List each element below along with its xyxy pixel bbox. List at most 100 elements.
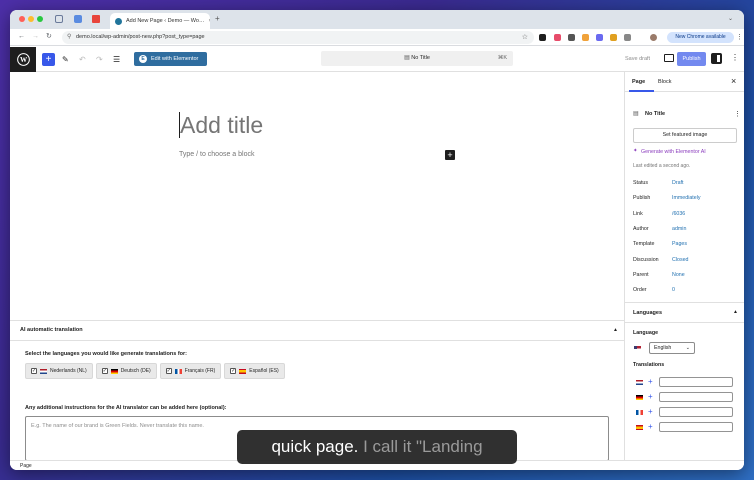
- discussion-value[interactable]: Closed: [672, 257, 689, 263]
- tab-list-chevron-icon[interactable]: ⌄: [728, 15, 733, 22]
- checkbox-es[interactable]: ✓ Español (ES): [224, 363, 285, 379]
- close-tab-icon[interactable]: ×: [208, 18, 210, 24]
- spain-flag-icon: [239, 368, 247, 374]
- close-window-button[interactable]: [19, 16, 25, 22]
- tab-block[interactable]: Block: [658, 79, 671, 85]
- wordpress-logo[interactable]: W: [10, 47, 36, 72]
- translation-input-de[interactable]: [659, 392, 733, 402]
- us-flag-icon: [634, 346, 641, 351]
- publish-label: Publish: [633, 195, 651, 201]
- title-input[interactable]: Add title: [180, 112, 263, 139]
- collapse-chevron-icon[interactable]: ▲: [613, 327, 618, 333]
- language-select-value: English: [654, 345, 672, 351]
- url-field[interactable]: ⚲ demo.local/wp-admin/post-new.php?post_…: [62, 31, 534, 44]
- close-sidebar-icon[interactable]: ×: [731, 76, 736, 86]
- bookmark-star-icon[interactable]: ☆: [522, 31, 528, 44]
- instructions-placeholder: E.g. The name of our brand is Green Fiel…: [31, 423, 204, 429]
- checkbox-box[interactable]: ✓: [165, 368, 172, 374]
- checkbox-fr[interactable]: ✓ Français (FR): [159, 363, 222, 379]
- checkbox-box[interactable]: ✓: [31, 368, 37, 374]
- svg-text:W: W: [19, 56, 27, 64]
- elementor-icon: E: [139, 55, 147, 63]
- new-tab-button[interactable]: +: [215, 14, 220, 23]
- add-translation-fr-icon[interactable]: +: [648, 407, 653, 416]
- block-placeholder[interactable]: Type / to choose a block: [179, 151, 255, 158]
- parent-label: Parent: [633, 272, 649, 278]
- add-block-button[interactable]: +: [445, 150, 455, 160]
- tab-search-icon[interactable]: [55, 15, 63, 23]
- extension-fox-icon[interactable]: [582, 34, 589, 41]
- page-icon: ▤: [633, 111, 639, 117]
- breadcrumb[interactable]: Page: [20, 463, 32, 469]
- netherlands-flag-icon: [40, 368, 47, 374]
- url-text: demo.local/wp-admin/post-new.php?post_ty…: [76, 34, 205, 40]
- author-label: Author: [633, 226, 649, 232]
- extension-pen-icon[interactable]: [539, 34, 546, 41]
- publish-button[interactable]: Publish: [677, 52, 706, 66]
- options-menu-icon[interactable]: ⋮: [731, 53, 739, 62]
- gmail-tab-icon[interactable]: [92, 15, 100, 23]
- add-translation-es-icon[interactable]: +: [648, 422, 653, 431]
- link-label: Link: [633, 211, 643, 217]
- extension-amber-icon[interactable]: [610, 34, 617, 41]
- browser-window: Add New Page ‹ Demo — Wo… × + ⌄ ← → ↻ ⚲ …: [10, 10, 744, 470]
- status-value[interactable]: Draft: [672, 180, 683, 186]
- checkbox-nl[interactable]: ✓ Nederlands (NL): [25, 363, 93, 379]
- template-value[interactable]: Pages: [672, 241, 687, 247]
- set-featured-image-button[interactable]: Set featured image: [633, 128, 737, 143]
- page-actions-icon[interactable]: ⋮: [734, 110, 741, 118]
- link-value[interactable]: /6036: [672, 211, 685, 217]
- extensions-puzzle-icon[interactable]: [624, 34, 631, 41]
- tools-pencil-icon[interactable]: ✎: [62, 55, 69, 64]
- generate-with-ai-link[interactable]: Generate with Elementor AI: [641, 149, 706, 155]
- publish-value[interactable]: Immediately: [672, 195, 701, 201]
- chevron-down-icon: ⌄: [685, 345, 690, 351]
- languages-heading[interactable]: Languages: [633, 310, 662, 316]
- pinned-tab-icon[interactable]: [74, 15, 82, 23]
- language-select[interactable]: English ⌄: [649, 342, 695, 354]
- extension-grid-icon[interactable]: [568, 34, 575, 41]
- order-value[interactable]: 0: [672, 287, 675, 293]
- checkbox-box[interactable]: ✓: [101, 368, 108, 374]
- ai-translation-heading[interactable]: AI automatic translation: [20, 327, 83, 333]
- add-translation-nl-icon[interactable]: +: [648, 377, 653, 386]
- translation-input-es[interactable]: [659, 422, 733, 432]
- wordpress-favicon-icon: [115, 17, 122, 25]
- back-arrow-icon[interactable]: ←: [18, 33, 25, 41]
- caption-upcoming-text: I call it "Landing: [358, 437, 483, 456]
- profile-avatar[interactable]: [650, 34, 657, 41]
- tab-page[interactable]: Page: [632, 79, 645, 85]
- tab-active[interactable]: Add New Page ‹ Demo — Wo… ×: [110, 13, 210, 29]
- translation-input-nl[interactable]: [659, 377, 733, 387]
- extension-pocket-icon[interactable]: [554, 34, 561, 41]
- document-overview-icon[interactable]: ☰: [113, 55, 120, 64]
- parent-value[interactable]: None: [672, 272, 685, 278]
- active-tab-indicator: [629, 90, 654, 92]
- translations-label: Translations: [633, 362, 665, 368]
- settings-sidebar-toggle-icon[interactable]: [711, 53, 722, 64]
- languages-collapse-icon[interactable]: ▲: [733, 309, 738, 315]
- site-info-icon[interactable]: ⚲: [67, 31, 71, 44]
- sidebar-page-title: No Title: [645, 111, 666, 117]
- document-title: No Title: [411, 55, 430, 61]
- minimize-window-button[interactable]: [28, 16, 34, 22]
- block-inserter-button[interactable]: +: [42, 53, 55, 66]
- preview-device-icon[interactable]: [664, 54, 674, 62]
- reload-icon[interactable]: ↻: [46, 33, 52, 41]
- translation-input-fr[interactable]: [659, 407, 733, 417]
- checkbox-de[interactable]: ✓ Deutsch (DE): [95, 363, 157, 379]
- forward-arrow-icon[interactable]: →: [32, 33, 39, 41]
- add-translation-de-icon[interactable]: +: [648, 392, 653, 401]
- new-chrome-button[interactable]: New Chrome available: [667, 32, 734, 43]
- author-value[interactable]: admin: [672, 226, 686, 232]
- extension-purple-icon[interactable]: [596, 34, 603, 41]
- maximize-window-button[interactable]: [37, 16, 43, 22]
- document-bar[interactable]: ▤ No Title ⌘K: [321, 51, 513, 66]
- checkbox-label: Español (ES): [249, 368, 279, 374]
- browser-menu-icon[interactable]: ⋮: [736, 33, 743, 41]
- checkbox-box[interactable]: ✓: [230, 368, 237, 374]
- save-draft-button[interactable]: Save draft: [625, 56, 650, 62]
- redo-icon[interactable]: ↷: [96, 55, 103, 64]
- edit-with-elementor-button[interactable]: E Edit with Elementor: [134, 52, 207, 66]
- undo-icon[interactable]: ↶: [79, 55, 86, 64]
